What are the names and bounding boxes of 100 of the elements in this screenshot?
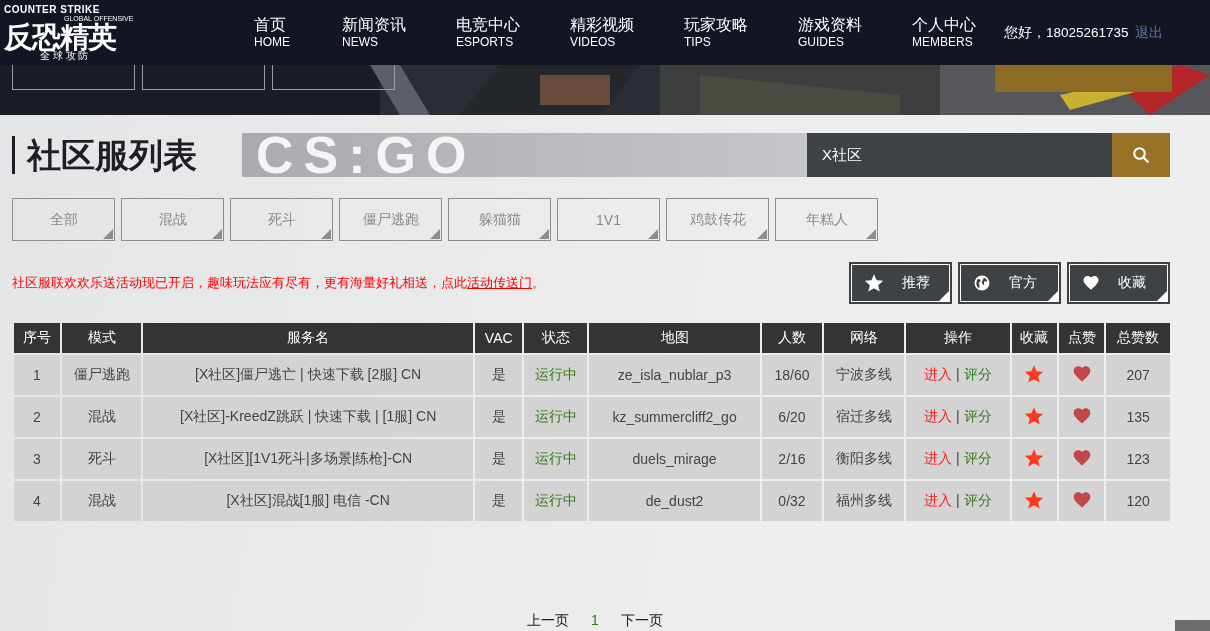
column-header: 总赞数 [1106,323,1170,353]
like-heart-icon[interactable] [1071,447,1092,468]
banner-button[interactable] [272,65,395,90]
table-cell: 死斗 [62,439,142,479]
table-cell: [X社区]僵尸逃亡 | 快速下载 [2服] CN [143,355,474,395]
table-cell: 123 [1106,439,1170,479]
rate-link[interactable]: 评分 [963,366,992,382]
filter-tab[interactable]: 混战 [121,198,224,241]
rate-link[interactable]: 评分 [963,492,992,508]
table-cell: 是 [475,439,523,479]
favorite-star-icon[interactable] [1024,405,1045,426]
table-cell: 18/60 [762,355,822,395]
table-cell: kz_summercliff2_go [588,397,761,437]
nav-link[interactable]: 首页 HOME [254,15,342,50]
filter-tab[interactable]: 全部 [12,198,115,241]
search-button[interactable] [1112,133,1170,177]
table-cell: 是 [475,355,523,395]
nav-link[interactable]: 个人中心 MEMBERS [912,15,1004,50]
table-cell: 135 [1106,397,1170,437]
table-cell: 福州多线 [823,481,904,521]
star-icon[interactable] [864,273,884,293]
table-cell: 是 [475,481,523,521]
column-header: 收藏 [1011,323,1057,353]
next-page-link[interactable]: 下一页 [620,612,663,630]
table-cell: 2 [14,397,60,437]
table-cell: 僵尸逃跑 [62,355,142,395]
separator-text: | [955,408,960,424]
page-number[interactable]: 1 [591,612,599,630]
filter-tab[interactable]: 鸡鼓传花 [666,198,769,241]
enter-link[interactable]: 进入 [923,450,952,466]
filter-tab[interactable]: 死斗 [230,198,333,241]
table-cell: de_dust2 [588,481,761,521]
enter-link[interactable]: 进入 [923,408,952,424]
category-button[interactable]: 收藏 [1067,262,1170,304]
filter-tab[interactable]: 僵尸逃跑 [339,198,442,241]
filter-tab[interactable]: 1V1 [557,198,660,241]
prev-page-link[interactable]: 上一页 [527,612,569,630]
table-cell: 4 [14,481,60,521]
banner-button[interactable] [12,65,135,90]
logo-title: 反恐精英 [4,23,116,51]
nav-link[interactable]: 新闻资讯 NEWS [342,15,456,50]
table-cell: 是 [475,397,523,437]
enter-link[interactable]: 进入 [923,492,952,508]
status-text: 运行中 [534,408,577,424]
table-cell: 混战 [62,481,142,521]
table-cell: 衡阳多线 [823,439,904,479]
filter-tab[interactable]: 年糕人 [775,198,878,241]
rate-link[interactable]: 评分 [963,408,992,424]
rate-link[interactable]: 评分 [963,450,992,466]
table-cell: 0/32 [762,481,822,521]
column-header: 状态 [524,323,587,353]
table-cell: ze_isla_nublar_p3 [588,355,761,395]
table-cell: 1 [14,355,60,395]
table-cell: 120 [1106,481,1170,521]
table-cell: 宁波多线 [823,355,904,395]
logout-link[interactable]: 退出 [1134,23,1163,42]
table-cell: [X社区]混战[1服] 电信 -CN [143,481,474,521]
status-text: 运行中 [534,492,577,508]
status-text: 运行中 [534,366,577,382]
separator-text: | [955,450,960,466]
watermark-text: CS:GO [255,133,477,177]
like-heart-icon[interactable] [1071,363,1092,384]
table-cell: 宿迁多线 [823,397,904,437]
favorite-star-icon[interactable] [1024,447,1045,468]
column-header: 服务名 [143,323,474,353]
notice-text: 社区服联欢欢乐送活动现已开启，趣味玩法应有尽有，更有海量好礼相送，点此活动传送门。 [12,274,545,292]
table-cell: 2/16 [762,439,822,479]
category-button[interactable]: 推荐 [849,262,952,304]
heart-icon[interactable] [1082,274,1100,292]
nav-link[interactable]: 精彩视频 VIDEOS [570,15,684,50]
banner-button[interactable] [142,65,265,90]
table-cell: 3 [14,439,60,479]
separator-text: | [955,366,960,382]
search-field[interactable]: X社区 [807,133,1112,177]
favorite-star-icon[interactable] [1024,363,1045,384]
status-text: 运行中 [534,450,577,466]
category-button[interactable]: 官方 [958,262,1061,304]
table-cell: duels_mirage [588,439,761,479]
table-cell: 6/20 [762,397,822,437]
search-icon [1132,146,1150,164]
nav-link[interactable]: 电竞中心 ESPORTS [456,15,570,50]
event-link[interactable]: 活动传送门 [467,275,532,290]
logo-tagline: 全 球 攻 防 [40,51,89,61]
like-heart-icon[interactable] [1071,489,1092,510]
nav-link[interactable]: 玩家攻略 TIPS [684,15,798,50]
column-header: 人数 [762,323,822,353]
like-heart-icon[interactable] [1071,405,1092,426]
column-header: VAC [475,323,523,353]
table-cell: 混战 [62,397,142,437]
table-cell: 207 [1106,355,1170,395]
separator-text: | [955,492,960,508]
logo-brand: COUNTER STRIKE [4,4,100,15]
filter-tab[interactable]: 躲猫猫 [448,198,551,241]
table-cell: [X社区]-KreedZ跳跃 | 快速下载 | [1服] CN [143,397,474,437]
favorite-star-icon[interactable] [1024,489,1045,510]
column-header: 点赞 [1058,323,1105,353]
column-header: 序号 [14,323,60,353]
nav-link[interactable]: 游戏资料 GUIDES [798,15,912,50]
user-greeting: 您好，18025261735 [1004,23,1129,42]
enter-link[interactable]: 进入 [923,366,952,382]
